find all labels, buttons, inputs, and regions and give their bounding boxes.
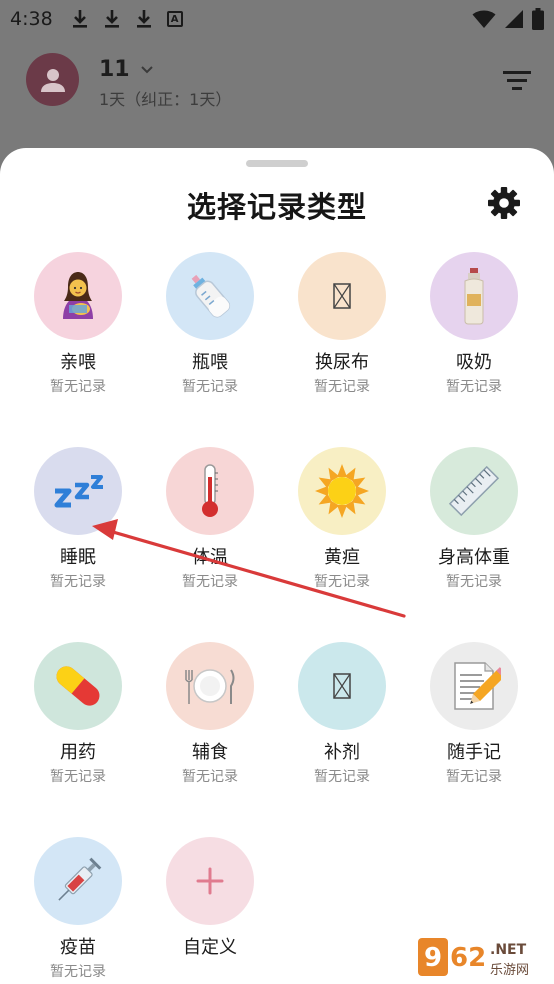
record-type-label: 换尿布	[315, 352, 369, 373]
baby-name: 11	[99, 57, 130, 82]
record-type-status: 暂无记录	[50, 379, 106, 395]
record-type-status: 暂无记录	[446, 574, 502, 590]
record-type-temperature[interactable]: 体温 暂无记录	[144, 447, 276, 617]
record-type-label: 自定义	[183, 937, 237, 958]
record-type-status: 暂无记录	[314, 574, 370, 590]
record-type-memo[interactable]: 随手记 暂无记录	[408, 642, 540, 812]
record-type-icon-bg	[166, 837, 254, 925]
filter-icon[interactable]	[500, 68, 534, 94]
status-time: 4:38	[10, 8, 53, 30]
svg-text:.NET: .NET	[490, 942, 527, 958]
svg-text:62: 62	[450, 943, 486, 973]
record-type-label: 黄疸	[324, 547, 360, 568]
record-type-custom[interactable]: 自定义	[144, 837, 276, 984]
thermometer-icon	[202, 464, 218, 517]
record-type-icon-bg	[430, 642, 518, 730]
record-type-icon-bg	[34, 837, 122, 925]
sleep-zzz-icon	[54, 475, 103, 508]
record-type-status: 暂无记录	[50, 769, 106, 785]
baby-age: 1天（纠正：1天）	[99, 90, 232, 109]
record-type-medication[interactable]: 用药 暂无记录	[12, 642, 144, 812]
drag-handle[interactable]	[246, 160, 308, 167]
record-type-status: 暂无记录	[182, 769, 238, 785]
record-type-icon-bg	[298, 252, 386, 340]
record-type-status: 暂无记录	[182, 379, 238, 395]
record-type-breastfeeding[interactable]: 亲喂 暂无记录	[12, 252, 144, 422]
memo-pencil-icon	[454, 662, 501, 710]
record-type-diaper[interactable]: 换尿布 暂无记录	[276, 252, 408, 422]
record-type-icon-bg	[34, 447, 122, 535]
avatar[interactable]	[26, 53, 79, 106]
record-type-vaccine[interactable]: 疫苗 暂无记录	[12, 837, 144, 984]
app-notification-icon: A	[166, 11, 183, 27]
record-type-solid-food[interactable]: 辅食 暂无记录	[144, 642, 276, 812]
record-type-status: 暂无记录	[50, 964, 106, 980]
baby-header: 11 1天（纠正：1天）	[0, 38, 554, 148]
record-type-status: 暂无记录	[446, 769, 502, 785]
baby-bottle-icon	[191, 274, 231, 318]
record-type-status: 暂无记录	[182, 574, 238, 590]
person-icon	[40, 68, 65, 92]
record-type-status: 暂无记录	[446, 379, 502, 395]
status-bar: 4:38 A	[0, 0, 554, 38]
pill-icon	[56, 666, 100, 706]
diaper-icon	[333, 283, 351, 309]
status-system-icons	[472, 8, 544, 30]
baby-name-selector[interactable]: 11	[99, 57, 154, 82]
download-icon	[72, 10, 87, 28]
record-type-label: 补剂	[324, 742, 360, 763]
record-type-status: 暂无记录	[314, 379, 370, 395]
watermark-logo: 9 62 .NET 乐游网	[414, 932, 550, 982]
plate-utensils-icon	[185, 669, 235, 704]
breastfeeding-icon	[63, 272, 93, 319]
record-type-icon-bg	[166, 252, 254, 340]
record-type-icon-bg	[166, 642, 254, 730]
record-type-icon-bg	[34, 252, 122, 340]
chevron-down-icon	[140, 65, 153, 73]
syringe-icon	[58, 857, 102, 901]
record-type-icon-bg	[430, 252, 518, 340]
record-type-status: 暂无记录	[50, 574, 106, 590]
status-notification-icons: A	[71, 9, 183, 29]
record-type-label: 疫苗	[60, 937, 96, 958]
svg-text:9: 9	[424, 943, 442, 973]
record-type-supplement[interactable]: 补剂 暂无记录	[276, 642, 408, 812]
record-type-bottle-feeding[interactable]: 瓶喂 暂无记录	[144, 252, 276, 422]
download-icon	[104, 10, 119, 28]
sheet-title: 选择记录类型	[186, 190, 367, 224]
record-type-label: 吸奶	[456, 352, 492, 373]
ruler-icon	[448, 465, 500, 517]
record-type-icon-bg	[166, 447, 254, 535]
svg-text:乐游网: 乐游网	[490, 963, 529, 978]
download-icon	[136, 10, 151, 28]
record-type-label: 身高体重	[438, 547, 510, 568]
breast-pump-icon	[464, 268, 484, 325]
battery-icon	[532, 8, 544, 30]
record-type-icon-bg	[298, 642, 386, 730]
record-type-icon-bg	[34, 642, 122, 730]
record-type-sleep[interactable]: 睡眠 暂无记录	[12, 447, 144, 617]
sun-icon	[315, 464, 369, 518]
record-type-breast-pump[interactable]: 吸奶 暂无记录	[408, 252, 540, 422]
record-type-label: 亲喂	[60, 352, 96, 373]
record-type-label: 瓶喂	[192, 352, 228, 373]
record-type-label: 体温	[192, 547, 228, 568]
record-type-label: 随手记	[447, 742, 501, 763]
record-type-jaundice[interactable]: 黄疸 暂无记录	[276, 447, 408, 617]
signal-icon	[505, 10, 523, 28]
record-type-label: 睡眠	[60, 547, 96, 568]
record-type-height-weight[interactable]: 身高体重 暂无记录	[408, 447, 540, 617]
wifi-icon	[472, 10, 496, 28]
record-type-sheet: 选择记录类型 亲喂 暂无记录 瓶喂 暂无记录 换尿布 暂无记录 吸奶 暂无记录 …	[0, 148, 554, 984]
record-type-icon-bg	[430, 447, 518, 535]
record-type-label: 辅食	[192, 742, 228, 763]
plus-icon	[196, 867, 224, 895]
gear-icon[interactable]	[487, 186, 521, 220]
record-type-label: 用药	[60, 742, 96, 763]
record-type-icon-bg	[298, 447, 386, 535]
supplement-icon	[333, 673, 351, 699]
record-type-status: 暂无记录	[314, 769, 370, 785]
